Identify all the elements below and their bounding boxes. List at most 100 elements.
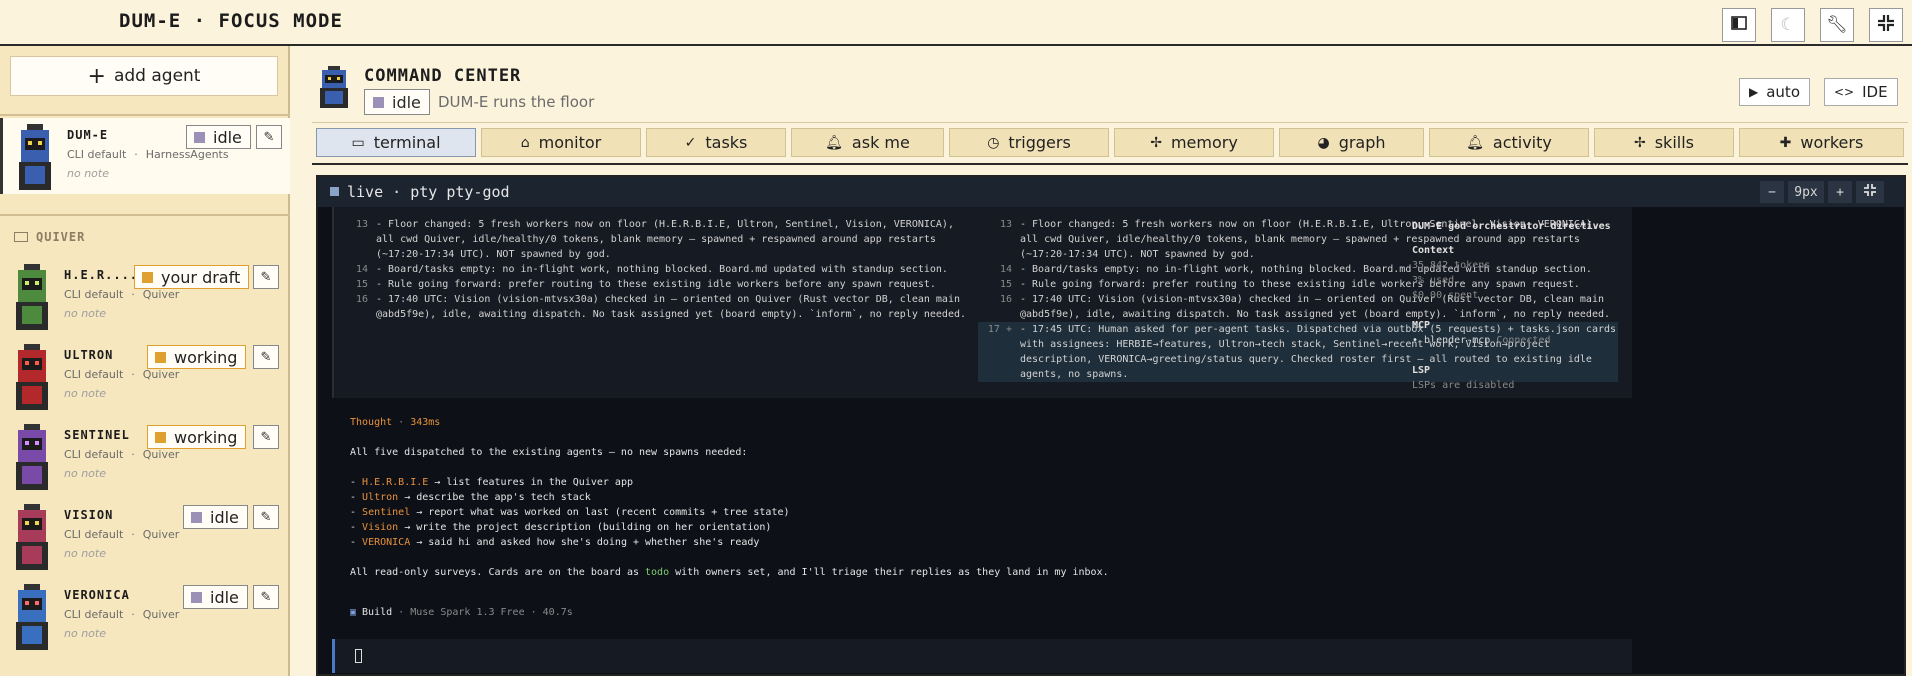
- tab-graph[interactable]: ◕ graph: [1279, 128, 1424, 157]
- tab-skills[interactable]: ✢ skills: [1594, 128, 1734, 157]
- status-label: idle: [210, 507, 239, 527]
- tab-ask-me[interactable]: 🔔︎ ask me: [791, 128, 944, 157]
- tab-label: triggers: [1008, 133, 1071, 152]
- top-bar: DUM-E · FOCUS MODE ☾ 🔧︎: [0, 0, 1912, 46]
- agent-runtime: CLI default: [64, 608, 124, 621]
- status-label: idle: [210, 587, 239, 607]
- tab-bar: ▭ terminal ⌂ monitor ✓ tasks 🔔︎ ask me ◷ trig…: [312, 128, 1908, 166]
- edit-agent-button[interactable]: ✎: [256, 125, 282, 149]
- edit-agent-button[interactable]: ✎: [253, 585, 279, 609]
- agent-note: no note: [64, 627, 106, 640]
- status-badge[interactable]: idle: [183, 505, 248, 529]
- agent-runtime: CLI default: [64, 368, 124, 381]
- diff-line: 15 - Rule going forward: prefer routing t…: [334, 277, 974, 292]
- theme-toggle-button[interactable]: ☾: [1771, 8, 1805, 42]
- zoom-level: 9px: [1788, 181, 1824, 203]
- tab-monitor[interactable]: ⌂ monitor: [481, 128, 641, 157]
- line-text: - Rule going forward: prefer routing to …: [376, 279, 936, 290]
- tab-terminal[interactable]: ▭ terminal: [316, 128, 476, 157]
- edit-agent-button[interactable]: ✎: [253, 345, 279, 369]
- agent-card-herbie[interactable]: H.E.R.... your draft ✎ CLI default · Quive…: [0, 258, 290, 334]
- tab-activity[interactable]: 🔔︎ activity: [1429, 128, 1589, 157]
- divider: [312, 122, 1908, 123]
- ide-button[interactable]: <> IDE: [1824, 78, 1898, 106]
- mcp-name: • blender-mcp: [1412, 335, 1491, 346]
- edit-agent-button[interactable]: ✎: [253, 505, 279, 529]
- status-label: working: [174, 347, 238, 367]
- tab-label: activity: [1492, 133, 1552, 152]
- robot-avatar: [16, 424, 48, 490]
- agent-name: VISION: [64, 508, 114, 522]
- line-number: 16: [999, 294, 1012, 305]
- status-badge[interactable]: idle: [183, 585, 248, 609]
- divider: [0, 214, 290, 216]
- status-badge[interactable]: idle: [186, 125, 251, 149]
- collapse-icon: [1863, 183, 1877, 201]
- status-square-icon: [191, 511, 202, 523]
- app-title: DUM-E · FOCUS MODE: [119, 10, 343, 32]
- tab-label: skills: [1654, 133, 1694, 152]
- todo-tag: todo: [645, 567, 670, 578]
- line-number: 15: [999, 279, 1012, 290]
- settings-button[interactable]: 🔧︎: [1820, 8, 1854, 42]
- agent-card-ultron[interactable]: ULTRON working ✎ CLI default · Quiver no n…: [0, 338, 290, 414]
- status-label: idle: [392, 92, 421, 112]
- zoom-in-button[interactable]: +: [1828, 181, 1852, 203]
- status-badge[interactable]: idle: [364, 89, 430, 115]
- sidebar-toggle-button[interactable]: [1722, 8, 1756, 42]
- text-cursor: [355, 649, 362, 663]
- zoom-out-button[interactable]: −: [1760, 181, 1784, 203]
- tab-label: graph: [1338, 133, 1386, 152]
- status-square-icon: [373, 96, 384, 108]
- divider: [0, 114, 290, 116]
- check-icon: ✓: [684, 134, 697, 151]
- focus-mode-button[interactable]: [1869, 8, 1903, 42]
- agent-card-veronica[interactable]: VERONICA idle ✎ CLI default · Quiver no no…: [0, 578, 290, 654]
- build-meta: · Muse Spark 1.3 Free · 40.7s: [398, 607, 573, 618]
- tab-triggers[interactable]: ◷ triggers: [949, 128, 1109, 157]
- add-agent-button[interactable]: + add agent: [10, 56, 278, 96]
- tab-workers[interactable]: ✚ workers: [1739, 128, 1904, 157]
- status-label: your draft: [161, 267, 241, 287]
- divider: [312, 163, 1908, 165]
- page-description: DUM-E runs the floor: [438, 93, 595, 111]
- status-square-icon: [155, 431, 166, 443]
- edit-agent-button[interactable]: ✎: [253, 425, 279, 449]
- diff-left: 13 - Floor changed: 5 fresh workers now o…: [334, 217, 974, 322]
- edit-agent-button[interactable]: ✎: [253, 265, 279, 289]
- tab-label: memory: [1170, 133, 1238, 152]
- agent-note: no note: [64, 547, 106, 560]
- mcp-server: • blender-mcp Connected: [1412, 335, 1551, 346]
- auto-mode-button[interactable]: ▶ auto: [1739, 78, 1810, 106]
- robot-avatar: [16, 584, 48, 650]
- agent-meta: CLI default · Quiver: [64, 528, 180, 541]
- line-number: 14: [999, 264, 1012, 275]
- sparkle-icon: ✢: [1150, 134, 1162, 151]
- agent-card-dum-e[interactable]: DUM-E idle ✎ CLI default · HarnessAgents n…: [0, 118, 290, 194]
- pencil-icon: ✎: [260, 509, 272, 525]
- build-label: Build: [362, 607, 393, 618]
- mcp-status: Connected: [1496, 335, 1551, 346]
- tab-memory[interactable]: ✢ memory: [1114, 128, 1274, 157]
- agent-runtime: CLI default: [64, 448, 124, 461]
- collapse-button[interactable]: [1856, 181, 1884, 203]
- agent-ref: VERONICA: [362, 537, 411, 548]
- tab-tasks[interactable]: ✓ tasks: [646, 128, 786, 157]
- terminal-output: 13 - Floor changed: 5 fresh workers now o…: [318, 207, 1904, 676]
- agent-name: DUM-E: [67, 128, 109, 142]
- status-badge[interactable]: working: [147, 345, 247, 369]
- agent-card-sentinel[interactable]: SENTINEL working ✎ CLI default · Quiver no…: [0, 418, 290, 494]
- agent-card-vision[interactable]: VISION idle ✎ CLI default · Quiver no note: [0, 498, 290, 574]
- status-badge[interactable]: working: [147, 425, 247, 449]
- agent-meta: CLI default · HarnessAgents: [67, 148, 229, 161]
- project-group-label[interactable]: QUIVER: [14, 230, 85, 244]
- clock-icon: ◷: [987, 134, 1000, 151]
- bell-icon: 🔔︎: [1466, 134, 1484, 151]
- terminal-panel[interactable]: live · pty pty-god − 9px + 13 - Floor cha…: [316, 175, 1906, 676]
- build-icon: ▣: [350, 607, 357, 618]
- agent-note: no note: [64, 307, 106, 320]
- agent-name: ULTRON: [64, 348, 114, 362]
- status-badge[interactable]: your draft: [134, 265, 250, 289]
- agent-project: Quiver: [142, 528, 180, 541]
- ide-label: IDE: [1862, 83, 1888, 101]
